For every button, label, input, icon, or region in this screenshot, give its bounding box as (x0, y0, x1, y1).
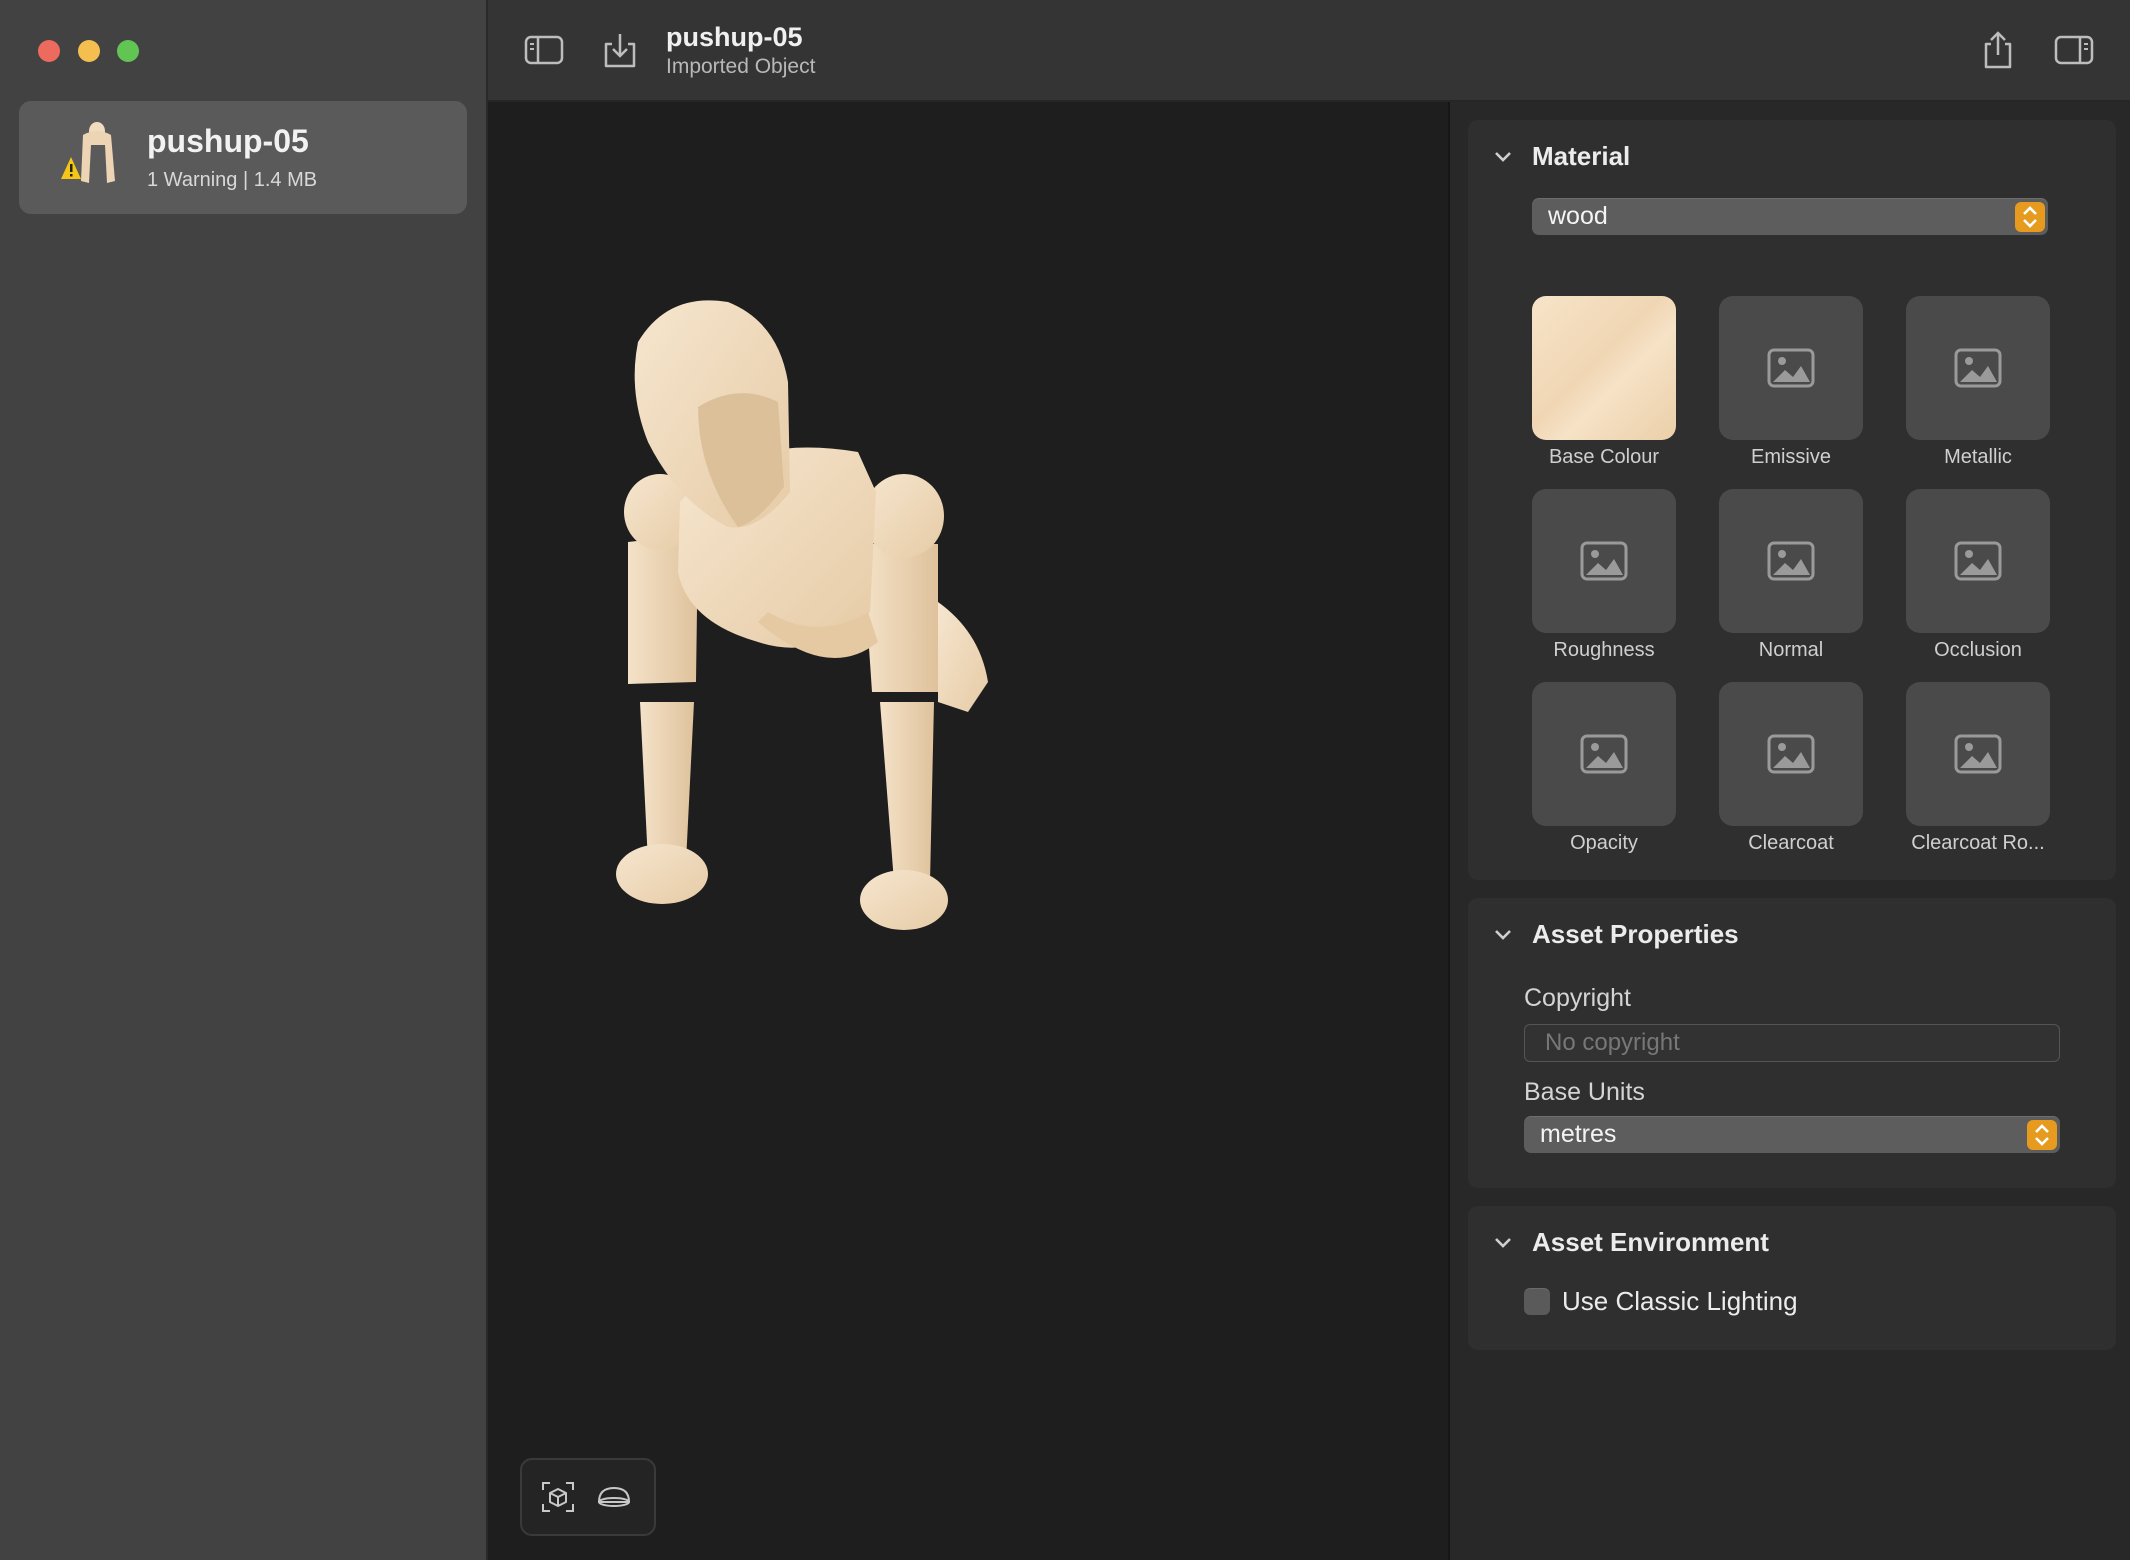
image-placeholder-icon (1767, 541, 1815, 581)
asset-environment-header[interactable]: Asset Environment (1492, 1226, 1769, 1258)
copyright-input[interactable] (1525, 1025, 2059, 1061)
document-title: pushup-05 (666, 22, 803, 52)
view-controls (520, 1458, 656, 1536)
texture-slot[interactable]: Base Colour (1532, 296, 1676, 469)
toggle-sidebar-icon[interactable] (524, 30, 564, 70)
texture-well[interactable] (1906, 296, 2050, 440)
app-window: pushup-05 1 Warning | 1.4 MB pushup-05 I… (0, 0, 2130, 1560)
texture-slot[interactable]: Emissive (1719, 296, 1863, 469)
asset-properties-header[interactable]: Asset Properties (1492, 918, 1739, 950)
copyright-field[interactable] (1524, 1024, 2060, 1062)
texture-label: Opacity (1570, 832, 1638, 854)
texture-slot[interactable]: Clearcoat (1719, 682, 1863, 855)
toolbar: pushup-05 Imported Object (488, 0, 2130, 102)
texture-well[interactable] (1532, 489, 1676, 633)
share-icon[interactable] (1978, 30, 2018, 70)
image-placeholder-icon (1954, 734, 2002, 774)
chevron-down-icon[interactable] (1492, 923, 1514, 945)
texture-slot[interactable]: Roughness (1532, 489, 1676, 662)
sidebar: pushup-05 1 Warning | 1.4 MB (0, 0, 488, 1560)
texture-well[interactable] (1532, 682, 1676, 826)
texture-well[interactable] (1906, 682, 2050, 826)
asset-properties-title: Asset Properties (1532, 918, 1739, 949)
texture-well[interactable] (1532, 296, 1676, 440)
image-placeholder-icon (1767, 734, 1815, 774)
wooden-mannequin-model (616, 300, 988, 930)
texture-well[interactable] (1719, 296, 1863, 440)
classic-lighting-label[interactable]: Use Classic Lighting (1562, 1286, 1798, 1317)
image-placeholder-icon (1767, 348, 1815, 388)
texture-label: Base Colour (1548, 446, 1660, 468)
texture-well[interactable] (1906, 489, 2050, 633)
stepper-arrows-icon (2027, 1120, 2057, 1150)
base-units-label: Base Units (1524, 1078, 1645, 1106)
texture-label: Roughness (1553, 639, 1655, 661)
import-icon[interactable] (600, 30, 640, 70)
texture-label: Emissive (1750, 446, 1831, 468)
chevron-down-icon[interactable] (1492, 145, 1514, 167)
texture-label: Metallic (1944, 446, 2012, 468)
texture-label: Clearcoat Ro... (1911, 832, 2045, 854)
document-subtitle: Imported Object (666, 55, 816, 78)
image-placeholder-icon (1580, 734, 1628, 774)
texture-slot[interactable]: Opacity (1532, 682, 1676, 855)
texture-slot[interactable]: Metallic (1906, 296, 2050, 469)
asset-environment-title: Asset Environment (1532, 1226, 1769, 1257)
base-units-select[interactable]: metres (1524, 1116, 2060, 1153)
texture-label: Clearcoat (1748, 832, 1834, 854)
material-section-title: Material (1532, 140, 1631, 171)
texture-label: Normal (1758, 639, 1824, 661)
chevron-down-icon[interactable] (1492, 1231, 1514, 1253)
material-section-header[interactable]: Material (1492, 140, 1630, 172)
texture-well[interactable] (1719, 489, 1863, 633)
3d-viewport[interactable] (488, 102, 1448, 1560)
material-select[interactable]: wood (1532, 198, 2048, 235)
inspector-panel: Material wood Base Colour Emissive Metalli… (1448, 102, 2130, 1560)
image-placeholder-icon (1954, 541, 2002, 581)
ground-plane-icon[interactable] (596, 1480, 632, 1514)
material-select-value: wood (1548, 202, 1608, 230)
minimize-window-button[interactable] (78, 40, 100, 62)
asset-environment-section: Asset Environment Use Classic Lighting (1468, 1206, 2116, 1350)
texture-slot[interactable]: Occlusion (1906, 489, 2050, 662)
base-units-value: metres (1540, 1120, 1617, 1148)
asset-properties-section: Asset Properties Copyright Base Units me… (1468, 898, 2116, 1188)
model-thumbnail-icon (61, 122, 115, 183)
texture-slot[interactable]: Normal (1719, 489, 1863, 662)
zoom-window-button[interactable] (117, 40, 139, 62)
close-window-button[interactable] (38, 40, 60, 62)
file-meta: 1 Warning | 1.4 MB (147, 169, 318, 191)
file-list-item[interactable]: pushup-05 1 Warning | 1.4 MB (19, 101, 467, 214)
image-placeholder-icon (1580, 541, 1628, 581)
texture-well[interactable] (1719, 682, 1863, 826)
file-name: pushup-05 (147, 123, 309, 159)
texture-label: Occlusion (1934, 639, 2022, 661)
frame-object-icon[interactable] (540, 1480, 576, 1514)
toggle-inspector-icon[interactable] (2054, 30, 2094, 70)
copyright-label: Copyright (1524, 984, 1631, 1012)
image-placeholder-icon (1954, 348, 2002, 388)
texture-slot[interactable]: Clearcoat Ro... (1906, 682, 2050, 855)
classic-lighting-checkbox[interactable] (1524, 1288, 1550, 1315)
stepper-arrows-icon (2015, 202, 2045, 232)
material-section: Material wood Base Colour Emissive Metalli… (1468, 120, 2116, 880)
